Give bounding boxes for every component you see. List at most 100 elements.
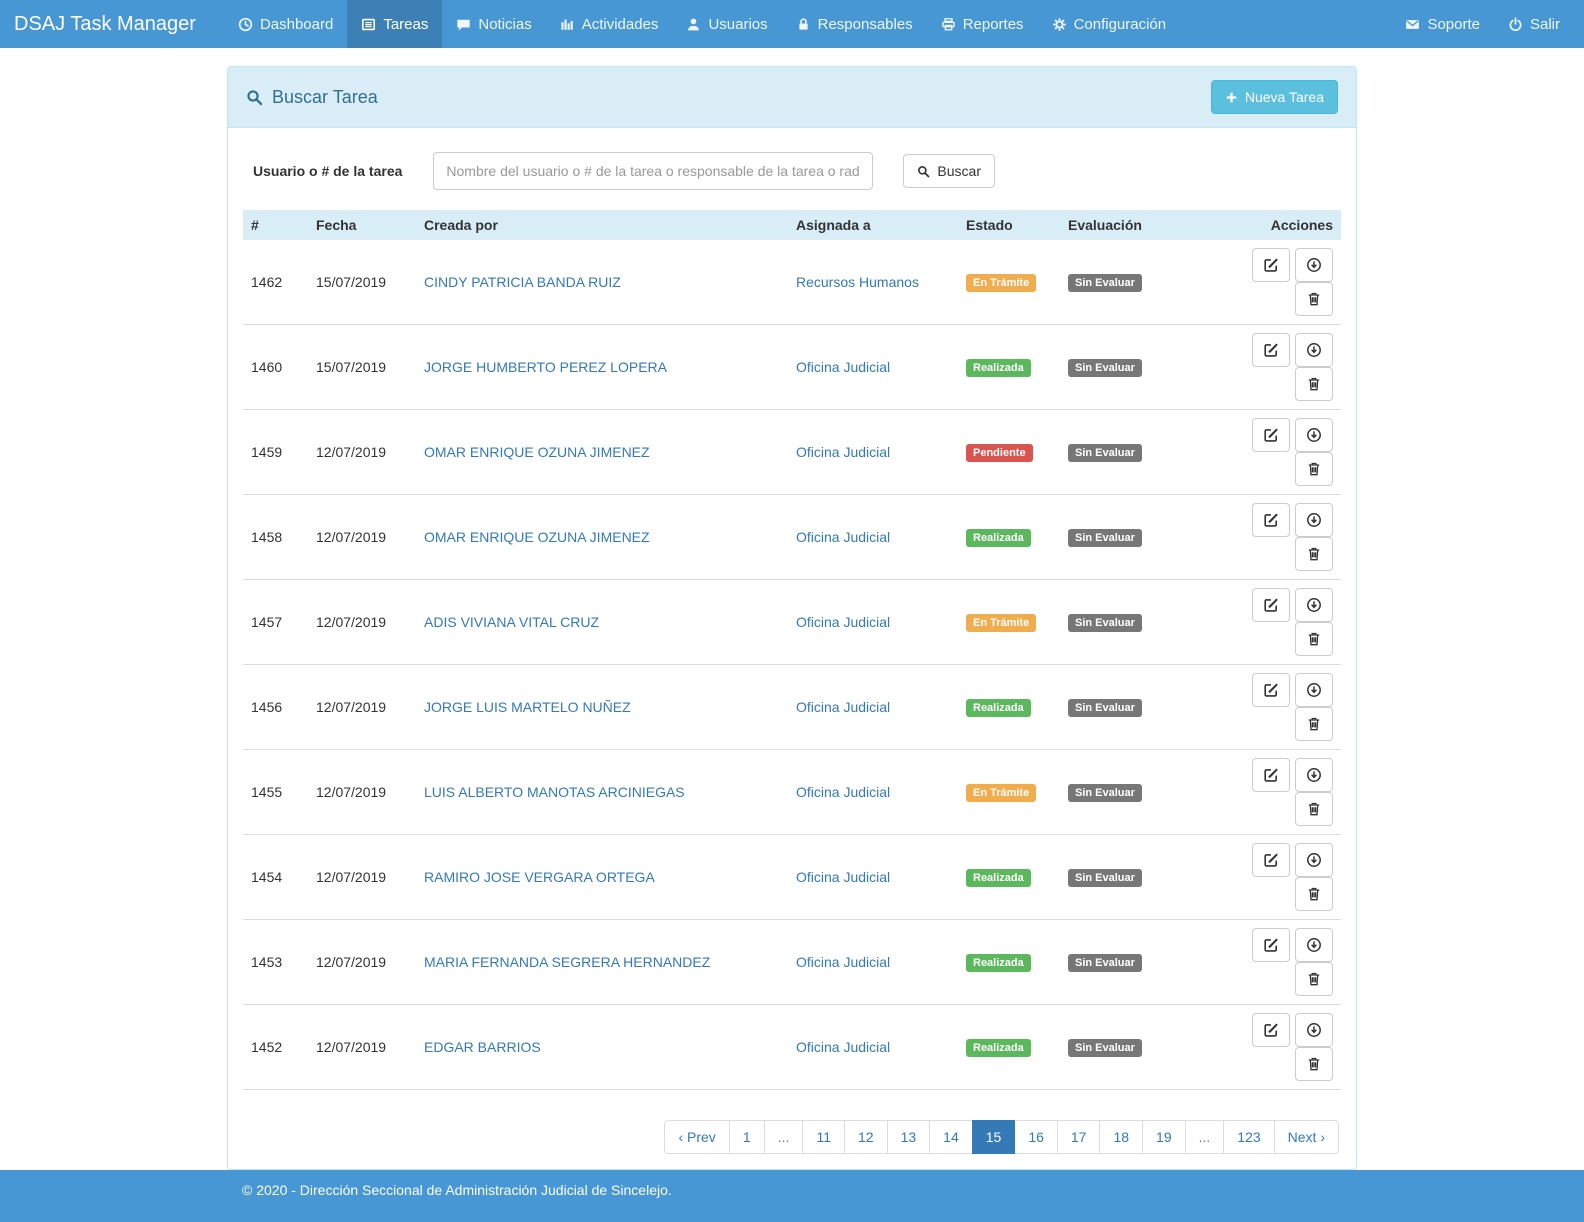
assigned-to-link[interactable]: Oficina Judicial [796,954,890,970]
pagination-page-14[interactable]: 14 [929,1120,973,1154]
download-task-button[interactable] [1295,928,1333,962]
edit-task-button[interactable] [1252,503,1290,537]
download-task-button[interactable] [1295,758,1333,792]
new-task-button[interactable]: Nueva Tarea [1211,80,1338,114]
pagination-page-15[interactable]: 15 [972,1120,1016,1154]
nav-item-responsables[interactable]: Responsables [782,0,927,48]
column-header-estado: Estado [958,210,1060,240]
pagination-page-123[interactable]: 123 [1223,1120,1274,1154]
download-task-button[interactable] [1295,1013,1333,1047]
delete-task-button[interactable] [1295,367,1333,401]
delete-task-button[interactable] [1295,282,1333,316]
edit-task-button[interactable] [1252,928,1290,962]
edit-task-button[interactable] [1252,843,1290,877]
created-by-link[interactable]: CINDY PATRICIA BANDA RUIZ [424,274,621,290]
pagination-prev[interactable]: ‹ Prev [664,1120,729,1154]
download-task-button[interactable] [1295,588,1333,622]
edit-task-button[interactable] [1252,418,1290,452]
table-row: 146015/07/2019JORGE HUMBERTO PEREZ LOPER… [243,325,1341,410]
pagination-page-16[interactable]: 16 [1014,1120,1058,1154]
pagination-page-11[interactable]: 11 [802,1120,845,1154]
nav-item-soporte[interactable]: Soporte [1391,0,1494,48]
pagination-page-13[interactable]: 13 [887,1120,931,1154]
actions-cell [1208,580,1341,665]
delete-task-button[interactable] [1295,707,1333,741]
evaluation-badge: Sin Evaluar [1068,274,1142,292]
edit-task-button[interactable] [1252,1013,1290,1047]
delete-task-button[interactable] [1295,1047,1333,1081]
footer: © 2020 - Dirección Seccional de Administ… [0,1170,1584,1222]
edit-task-button[interactable] [1252,248,1290,282]
created-by-link[interactable]: OMAR ENRIQUE OZUNA JIMENEZ [424,444,650,460]
nav-item-configuracion[interactable]: Configuración [1038,0,1181,48]
download-task-button[interactable] [1295,333,1333,367]
assigned-to-link[interactable]: Oficina Judicial [796,529,890,545]
assigned-to-link[interactable]: Oficina Judicial [796,444,890,460]
assigned-to-link[interactable]: Oficina Judicial [796,784,890,800]
pagination-next[interactable]: Next › [1274,1120,1339,1154]
created-by-cell: LUIS ALBERTO MANOTAS ARCINIEGAS [416,750,788,835]
app-brand: DSAJ Task Manager [0,0,212,48]
nav-item-reportes[interactable]: Reportes [927,0,1038,48]
assigned-to-cell: Oficina Judicial [788,920,958,1005]
edit-task-button[interactable] [1252,758,1290,792]
pagination-page-12[interactable]: 12 [844,1120,888,1154]
download-task-button[interactable] [1295,843,1333,877]
task-id-cell: 1454 [243,835,308,920]
delete-task-button[interactable] [1295,452,1333,486]
nav-item-dashboard[interactable]: Dashboard [224,0,347,48]
download-task-button[interactable] [1295,418,1333,452]
edit-task-button[interactable] [1252,333,1290,367]
delete-task-button[interactable] [1295,622,1333,656]
search-icon [917,165,930,178]
created-by-link[interactable]: ADIS VIVIANA VITAL CRUZ [424,614,599,630]
nav-item-salir[interactable]: Salir [1494,0,1574,48]
panel-title: Buscar Tarea [246,87,378,108]
assigned-to-link[interactable]: Oficina Judicial [796,699,890,715]
delete-task-button[interactable] [1295,537,1333,571]
created-by-link[interactable]: MARIA FERNANDA SEGRERA HERNANDEZ [424,954,710,970]
search-input[interactable] [433,152,873,190]
nav-item-noticias[interactable]: Noticias [442,0,545,48]
page-content: Buscar Tarea Nueva Tarea Usuario o # de … [0,48,1584,1170]
edit-task-button[interactable] [1252,673,1290,707]
nav-item-tareas[interactable]: Tareas [347,0,442,48]
download-icon [1306,767,1322,783]
edit-icon [1263,427,1279,443]
assigned-to-link[interactable]: Oficina Judicial [796,869,890,885]
pagination-page-17[interactable]: 17 [1057,1120,1101,1154]
pagination-page-1[interactable]: 1 [729,1120,765,1154]
assigned-to-link[interactable]: Oficina Judicial [796,614,890,630]
download-icon [1306,937,1322,953]
created-by-link[interactable]: LUIS ALBERTO MANOTAS ARCINIEGAS [424,784,685,800]
table-row: 146215/07/2019CINDY PATRICIA BANDA RUIZR… [243,240,1341,325]
created-by-link[interactable]: JORGE HUMBERTO PEREZ LOPERA [424,359,667,375]
search-button[interactable]: Buscar [903,154,995,188]
created-by-link[interactable]: JORGE LUIS MARTELO NUÑEZ [424,699,631,715]
download-task-button[interactable] [1295,673,1333,707]
pagination-page-19[interactable]: 19 [1142,1120,1186,1154]
created-by-cell: OMAR ENRIQUE OZUNA JIMENEZ [416,495,788,580]
pagination-page-18[interactable]: 18 [1099,1120,1143,1154]
download-task-button[interactable] [1295,503,1333,537]
delete-task-button[interactable] [1295,792,1333,826]
delete-task-button[interactable] [1295,962,1333,996]
assigned-to-link[interactable]: Recursos Humanos [796,274,919,290]
status-cell: Realizada [958,665,1060,750]
actions-cell [1208,835,1341,920]
table-row: 145412/07/2019RAMIRO JOSE VERGARA ORTEGA… [243,835,1341,920]
assigned-to-link[interactable]: Oficina Judicial [796,359,890,375]
nav-item-actividades[interactable]: Actividades [546,0,673,48]
created-by-link[interactable]: EDGAR BARRIOS [424,1039,541,1055]
delete-task-button[interactable] [1295,877,1333,911]
navbar: DSAJ Task Manager DashboardTareasNoticia… [0,0,1584,48]
created-by-link[interactable]: OMAR ENRIQUE OZUNA JIMENEZ [424,529,650,545]
evaluation-cell: Sin Evaluar [1060,1005,1208,1090]
nav-item-usuarios[interactable]: Usuarios [672,0,781,48]
download-task-button[interactable] [1295,248,1333,282]
created-by-link[interactable]: RAMIRO JOSE VERGARA ORTEGA [424,869,655,885]
actions-cell [1208,1005,1341,1090]
edit-task-button[interactable] [1252,588,1290,622]
tasks-icon [361,17,376,32]
assigned-to-link[interactable]: Oficina Judicial [796,1039,890,1055]
